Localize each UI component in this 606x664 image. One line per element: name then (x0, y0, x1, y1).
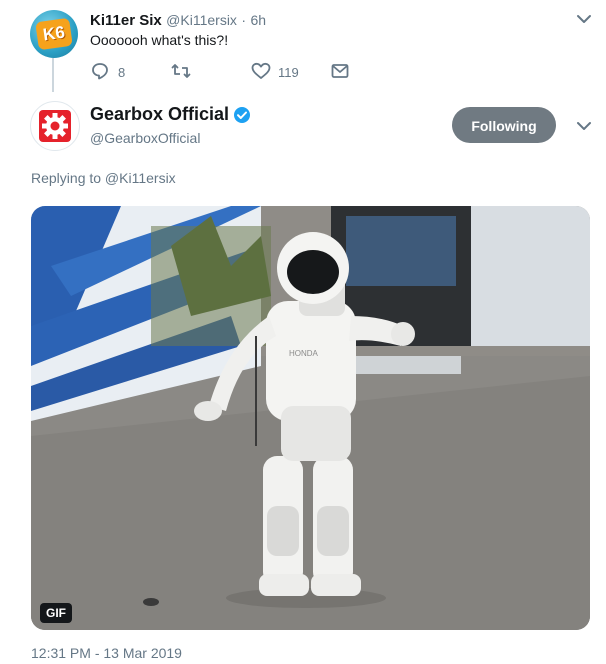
avatar[interactable] (30, 101, 80, 151)
like-count: 119 (278, 65, 299, 80)
tweet-text: Ooooooh what's this?! (90, 32, 229, 48)
display-name[interactable]: Ki11er Six (90, 12, 162, 29)
avatar[interactable]: K6 (30, 10, 78, 58)
avatar-logo-text: K6 (35, 17, 73, 51)
like-icon[interactable] (251, 62, 271, 80)
following-button[interactable]: Following (452, 107, 556, 143)
gear-logo-icon (39, 110, 71, 142)
chevron-down-icon[interactable] (575, 117, 593, 135)
tweet-media-gif[interactable]: HONDA (31, 206, 590, 630)
reply-icon[interactable] (91, 62, 109, 80)
handle[interactable]: @GearboxOfficial (90, 130, 200, 146)
reply-tweet-header: Ki11er Six @Ki11ersix · 6h (90, 12, 266, 30)
display-name[interactable]: Gearbox Official (90, 104, 229, 125)
gif-badge: GIF (40, 603, 72, 623)
verified-badge-icon (233, 106, 251, 124)
reply-count: 8 (118, 65, 126, 80)
message-icon[interactable] (331, 63, 349, 79)
handle[interactable]: @Ki11ersix (166, 12, 237, 28)
chevron-down-icon[interactable] (575, 10, 593, 28)
gif-frame-image: HONDA (31, 206, 590, 630)
replying-to[interactable]: Replying to @Ki11ersix (31, 170, 176, 186)
tweet-time[interactable]: 6h (251, 12, 267, 28)
thread-connector (52, 58, 54, 92)
separator: · (241, 12, 247, 28)
tweet-timestamp[interactable]: 12:31 PM - 13 Mar 2019 (31, 645, 182, 661)
svg-text:HONDA: HONDA (289, 349, 319, 358)
retweet-icon[interactable] (171, 62, 191, 80)
